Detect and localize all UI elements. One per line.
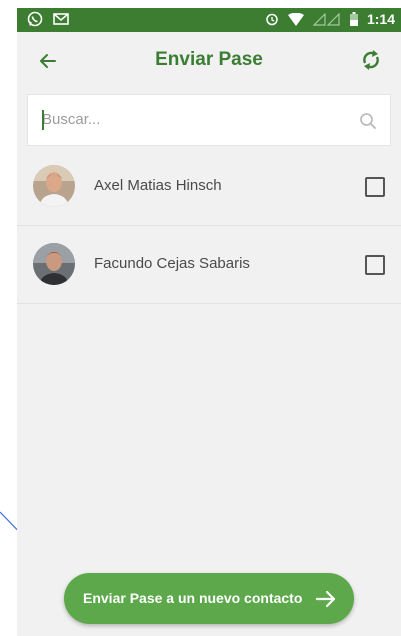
phone-screen: 1:14 Enviar Pase Buscar... Axel Matias H… xyxy=(17,8,401,636)
contact-list: Axel Matias Hinsch Facundo Cejas Sabaris xyxy=(17,148,401,304)
fab-label: Enviar Pase a un nuevo contacto xyxy=(83,590,303,606)
avatar xyxy=(33,243,75,285)
search-icon[interactable] xyxy=(358,111,378,131)
contact-checkbox[interactable] xyxy=(365,177,385,197)
sync-icon[interactable] xyxy=(355,44,387,76)
battery-icon xyxy=(349,12,358,26)
signal-icon xyxy=(312,12,340,26)
status-time: 1:14 xyxy=(366,11,395,27)
page-title: Enviar Pase xyxy=(155,49,263,70)
contact-row[interactable]: Facundo Cejas Sabaris xyxy=(17,226,401,304)
search-box xyxy=(27,94,391,146)
status-bar: 1:14 xyxy=(17,8,401,32)
send-pass-new-contact-button[interactable]: Enviar Pase a un nuevo contacto xyxy=(64,573,354,624)
whatsapp-icon xyxy=(27,11,43,27)
gmail-icon xyxy=(53,13,69,25)
contact-row[interactable]: Axel Matias Hinsch xyxy=(17,148,401,226)
arrow-right-icon xyxy=(315,590,336,608)
contact-name: Axel Matias Hinsch xyxy=(94,177,222,194)
wifi-icon xyxy=(287,12,304,26)
alarm-icon xyxy=(266,13,278,26)
app-bar: Enviar Pase xyxy=(17,32,401,90)
contact-name: Facundo Cejas Sabaris xyxy=(94,255,250,272)
search-input[interactable] xyxy=(42,111,342,128)
contact-checkbox[interactable] xyxy=(365,255,385,275)
avatar xyxy=(33,165,75,207)
text-cursor xyxy=(42,110,44,130)
